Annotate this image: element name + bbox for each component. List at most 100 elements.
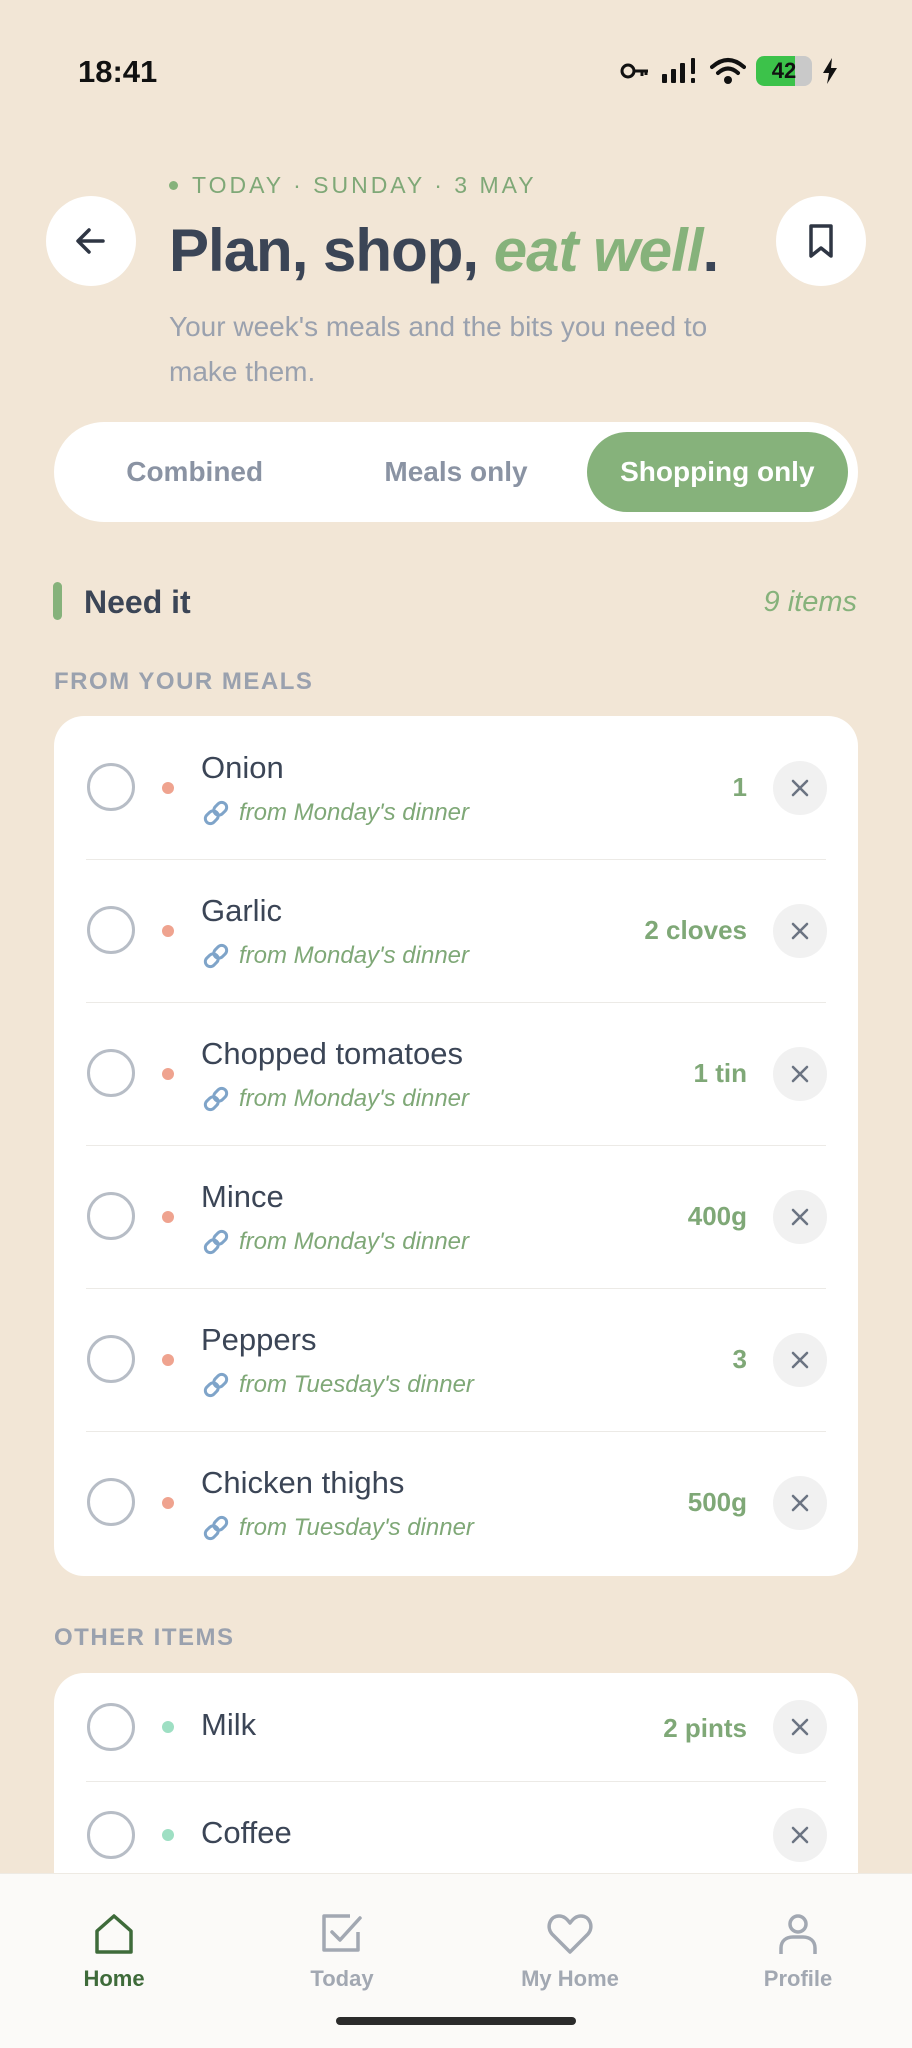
link-icon xyxy=(203,800,229,826)
item-quantity: 1 xyxy=(732,772,747,802)
arrow-left-icon xyxy=(76,228,105,254)
remove-item-button[interactable] xyxy=(773,1190,827,1244)
item-quantity: 3 xyxy=(732,1344,747,1374)
nav-label-home: Home xyxy=(83,1966,145,1991)
close-icon xyxy=(791,1718,809,1736)
category-dot xyxy=(162,1829,174,1841)
item-source-text: from Tuesday's dinner xyxy=(239,1514,474,1541)
item-name: Chopped tomatoes xyxy=(201,1036,463,1071)
item-checkbox[interactable] xyxy=(87,1478,135,1526)
segment-shopping-only[interactable]: Shopping only xyxy=(586,432,848,512)
category-dot xyxy=(162,925,174,937)
remove-item-button[interactable] xyxy=(773,761,827,815)
nav-item-profile[interactable]: Profile xyxy=(684,1874,912,2048)
item-source: from Monday's dinner xyxy=(201,798,469,828)
item-name: Mince xyxy=(201,1179,284,1214)
close-icon xyxy=(791,1826,809,1844)
title-accent: eat well xyxy=(493,217,704,284)
link-icon xyxy=(203,1515,229,1541)
item-checkbox[interactable] xyxy=(87,1335,135,1383)
item-checkbox[interactable] xyxy=(87,763,135,811)
category-dot xyxy=(162,1497,174,1509)
segment-combined[interactable]: Combined xyxy=(64,432,325,512)
item-name: Coffee xyxy=(201,1815,292,1850)
item-quantity: 400g xyxy=(687,1201,747,1231)
checkbox-icon xyxy=(322,1914,362,1952)
item-name: Garlic xyxy=(201,893,282,928)
nav-item-home[interactable]: Home xyxy=(0,1874,228,2048)
item-quantity: 2 pints xyxy=(663,1713,747,1743)
item-source-text: from Monday's dinner xyxy=(239,1085,470,1112)
group-label-meals: FROM YOUR MEALS xyxy=(54,668,314,695)
item-name: Chicken thighs xyxy=(201,1465,405,1500)
page-title: Plan, shop, eat well. xyxy=(169,216,720,285)
date-text: TODAY · SUNDAY · 3 MAY xyxy=(192,172,537,198)
wifi-icon xyxy=(710,58,746,84)
item-source-text: from Tuesday's dinner xyxy=(239,1371,474,1398)
item-source: from Tuesday's dinner xyxy=(201,1370,474,1400)
group-label-other: OTHER ITEMS xyxy=(54,1624,235,1651)
page-subtitle: Your week's meals and the bits you need … xyxy=(169,311,708,387)
item-source: from Monday's dinner xyxy=(201,1227,469,1257)
title-main: Plan, shop, xyxy=(169,217,494,284)
remove-item-button[interactable] xyxy=(773,1476,827,1530)
section-item-count: 9 items xyxy=(763,586,857,618)
meals-list-card: Onion from Monday's dinner 1 Garlic from Mon… xyxy=(54,716,858,1576)
item-source-text: from Monday's dinner xyxy=(239,942,470,969)
list-item: Mince from Monday's dinner 400g xyxy=(54,1145,858,1288)
item-quantity: 500g xyxy=(687,1487,747,1517)
item-name: Onion xyxy=(201,750,284,785)
list-item: Peppers from Tuesday's dinner 3 xyxy=(54,1288,858,1431)
title-end: . xyxy=(702,217,720,284)
list-item: Garlic from Monday's dinner 2 cloves xyxy=(54,859,858,1002)
status-time: 18:41 xyxy=(78,54,158,89)
signal-icon xyxy=(662,58,695,83)
category-dot xyxy=(162,1354,174,1366)
link-icon xyxy=(203,1086,229,1112)
link-icon xyxy=(203,1229,229,1255)
item-checkbox[interactable] xyxy=(87,1049,135,1097)
link-icon xyxy=(203,1372,229,1398)
segment-meals-only[interactable]: Meals only xyxy=(325,432,586,512)
view-mode-segmented-control: Combined Meals only Shopping only xyxy=(54,422,858,522)
category-dot xyxy=(162,1721,174,1733)
person-icon xyxy=(779,1914,817,1954)
battery-icon: 42 xyxy=(756,56,812,86)
list-item: Chopped tomatoes from Monday's dinner 1 ti… xyxy=(54,1002,858,1145)
remove-item-button[interactable] xyxy=(773,1333,827,1387)
status-icons: 42 xyxy=(620,56,838,86)
item-source: from Tuesday's dinner xyxy=(201,1513,474,1543)
item-name: Milk xyxy=(201,1707,257,1742)
heart-icon xyxy=(547,1914,593,1954)
back-button[interactable] xyxy=(46,196,136,286)
item-quantity: 2 cloves xyxy=(644,915,747,945)
category-dot xyxy=(162,1068,174,1080)
item-quantity: 1 tin xyxy=(693,1058,747,1088)
link-icon xyxy=(203,943,229,969)
category-dot xyxy=(162,782,174,794)
remove-item-button[interactable] xyxy=(773,1047,827,1101)
list-item: Chicken thighs from Tuesday's dinner 500g xyxy=(54,1431,858,1574)
item-source-text: from Monday's dinner xyxy=(239,1228,470,1255)
date-dot xyxy=(169,181,178,190)
date-line: TODAY · SUNDAY · 3 MAY xyxy=(169,172,537,199)
bookmark-button[interactable] xyxy=(776,196,866,286)
close-icon xyxy=(791,1208,809,1226)
vpn-key-icon xyxy=(620,63,648,79)
remove-item-button[interactable] xyxy=(773,1808,827,1862)
close-icon xyxy=(791,1494,809,1512)
item-name: Peppers xyxy=(201,1322,317,1357)
remove-item-button[interactable] xyxy=(773,904,827,958)
item-checkbox[interactable] xyxy=(87,906,135,954)
item-source: from Monday's dinner xyxy=(201,941,469,971)
close-icon xyxy=(791,922,809,940)
bookmark-icon xyxy=(809,224,833,258)
nav-label-my-home: My Home xyxy=(521,1966,619,1991)
home-indicator xyxy=(336,2017,576,2025)
item-checkbox[interactable] xyxy=(87,1192,135,1240)
close-icon xyxy=(791,1351,809,1369)
item-checkbox[interactable] xyxy=(87,1703,135,1751)
remove-item-button[interactable] xyxy=(773,1700,827,1754)
charging-icon xyxy=(823,58,837,84)
item-checkbox[interactable] xyxy=(87,1811,135,1859)
